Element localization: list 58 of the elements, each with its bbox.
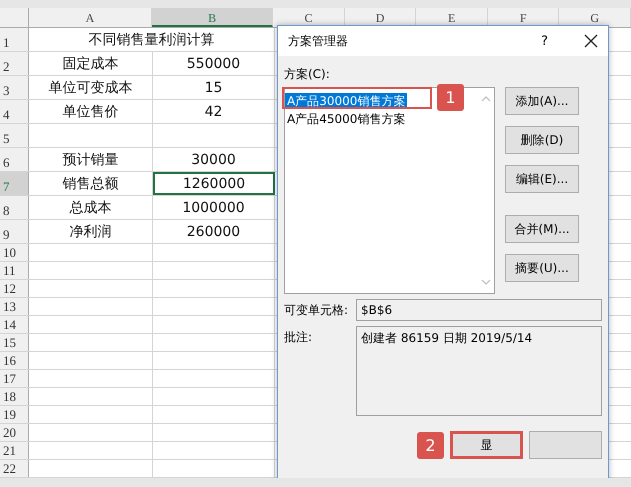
- dialog-button[interactable]: 摘要(U)...: [505, 254, 579, 282]
- table-cell: 15: [204, 80, 222, 96]
- help-button[interactable]: ?: [537, 34, 552, 48]
- table-cell: 总成本: [70, 198, 112, 216]
- table-cell: 净利润: [70, 222, 112, 240]
- table-title: 不同销售量利润计算: [88, 30, 214, 48]
- row-header[interactable]: 4: [0, 100, 29, 123]
- row-header[interactable]: 18: [0, 388, 29, 405]
- step-badge: 2: [417, 432, 444, 458]
- table-cell: 30000: [191, 152, 236, 168]
- row-header[interactable]: 9: [0, 220, 29, 243]
- table-cell: 42: [204, 104, 222, 120]
- row-header[interactable]: 3: [0, 76, 29, 99]
- row-header[interactable]: 13: [0, 298, 29, 315]
- comment-field[interactable]: 创建者 86159 日期 2019/5/14: [356, 326, 602, 416]
- row-header[interactable]: 1: [0, 28, 29, 51]
- scenario-item[interactable]: A产品45000销售方案: [285, 111, 408, 127]
- row-header[interactable]: 12: [0, 280, 29, 297]
- table-cell: 550000: [186, 56, 240, 72]
- table-cell: 销售总额: [62, 174, 118, 192]
- dialog-button[interactable]: 添加(A)...: [505, 87, 579, 115]
- row-header[interactable]: 7: [0, 172, 29, 195]
- row-header[interactable]: 5: [0, 124, 29, 147]
- row-header[interactable]: 8: [0, 196, 29, 219]
- field-label: 可变单元格:: [284, 302, 350, 319]
- row-header[interactable]: 17: [0, 370, 29, 387]
- field-label: 批注:: [284, 329, 314, 346]
- row-header[interactable]: 20: [0, 424, 29, 441]
- dialog-button[interactable]: 合并(M)...: [505, 215, 579, 243]
- row-header[interactable]: 22: [0, 460, 29, 477]
- dialog-button[interactable]: 编辑(E)...: [505, 165, 579, 193]
- close-icon[interactable]: [584, 34, 598, 48]
- table-cell: 固定成本: [62, 54, 118, 72]
- table-cell: 1000000: [182, 200, 245, 216]
- row-header[interactable]: 16: [0, 352, 29, 369]
- table-cell: 单位售价: [62, 102, 118, 120]
- dialog-button[interactable]: 显: [450, 431, 523, 459]
- dialog-title: 方案管理器: [288, 32, 349, 50]
- table-cell: 260000: [186, 224, 240, 240]
- dialog-button[interactable]: 删除(D): [505, 126, 579, 154]
- row-header[interactable]: 2: [0, 52, 29, 75]
- table-cell: 预计销量: [62, 150, 118, 168]
- scroll-up-icon[interactable]: [480, 96, 490, 102]
- table-cell: 单位可变成本: [48, 78, 132, 96]
- list-label: 方案(C):: [284, 66, 331, 83]
- row-header[interactable]: 6: [0, 148, 29, 171]
- step-badge: 1: [437, 84, 464, 111]
- dialog-button[interactable]: [529, 431, 602, 459]
- row-header[interactable]: 10: [0, 244, 29, 261]
- scroll-down-icon[interactable]: [480, 279, 490, 285]
- column-header[interactable]: B: [152, 8, 274, 27]
- row-header[interactable]: 14: [0, 316, 29, 333]
- row-header[interactable]: 11: [0, 262, 29, 279]
- row-header[interactable]: 15: [0, 334, 29, 351]
- row-header[interactable]: 19: [0, 406, 29, 423]
- row-header[interactable]: 21: [0, 442, 29, 459]
- changing-cells-field[interactable]: $B$6: [356, 299, 602, 321]
- active-cell[interactable]: 1260000: [153, 172, 275, 195]
